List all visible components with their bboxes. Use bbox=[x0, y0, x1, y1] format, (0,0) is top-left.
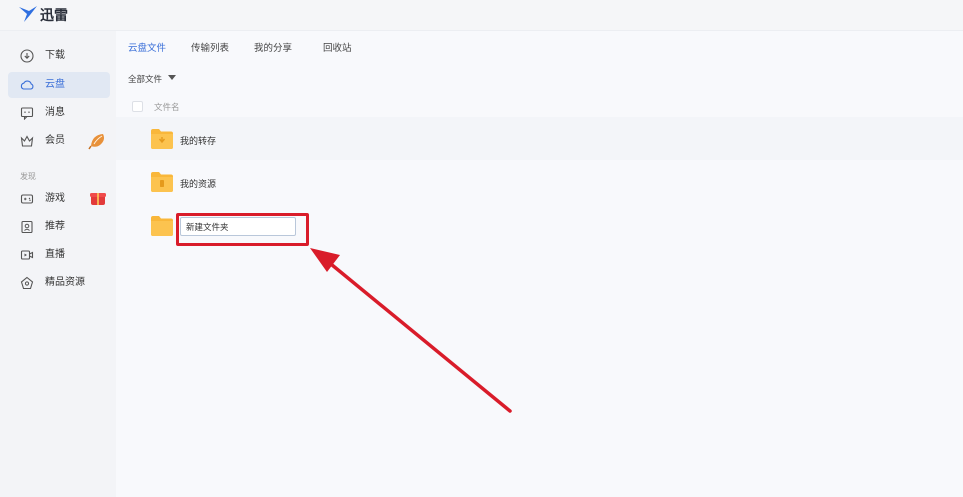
gem-icon bbox=[20, 276, 34, 290]
sidebar-item-cloud[interactable]: 云盘 bbox=[8, 72, 110, 98]
sidebar-item-premium-resources[interactable]: 精品资源 bbox=[8, 270, 110, 296]
list-item[interactable]: 我的资源 bbox=[116, 161, 963, 204]
gift-badge-icon bbox=[90, 193, 106, 205]
sidebar-item-games[interactable]: 游戏 bbox=[8, 186, 110, 212]
main-panel: 云盘文件 传输列表 我的分享 回收站 全部文件 文件名 我的转存 我的资源 bbox=[116, 31, 963, 497]
file-name[interactable]: 我的转存 bbox=[180, 134, 216, 147]
sidebar-item-label: 下载 bbox=[45, 50, 65, 61]
message-icon bbox=[20, 107, 34, 120]
tab-my-shares[interactable]: 我的分享 bbox=[254, 40, 292, 54]
file-name[interactable]: 我的资源 bbox=[180, 177, 216, 190]
sidebar-item-vip[interactable]: 会员 bbox=[8, 128, 110, 154]
app-title: 迅雷 bbox=[40, 8, 68, 24]
sidebar-item-message[interactable]: 消息 bbox=[8, 100, 110, 126]
sidebar-item-label: 会员 bbox=[45, 135, 65, 146]
xunlei-logo-icon bbox=[19, 6, 37, 22]
shell-badge-icon bbox=[88, 134, 104, 150]
tab-transfer-list[interactable]: 传输列表 bbox=[191, 40, 229, 54]
section-label-discover: 发现 bbox=[20, 172, 36, 181]
sidebar-item-label: 直播 bbox=[45, 249, 65, 260]
folder-icon bbox=[151, 216, 173, 236]
list-item[interactable]: 我的转存 bbox=[116, 117, 963, 160]
gamepad-icon bbox=[20, 194, 34, 204]
tab-cloud-files[interactable]: 云盘文件 bbox=[128, 40, 166, 54]
sidebar-item-label: 精品资源 bbox=[45, 277, 85, 288]
sidebar-item-live[interactable]: 直播 bbox=[8, 242, 110, 268]
cloud-icon bbox=[20, 80, 34, 90]
folder-resource-icon bbox=[151, 172, 173, 192]
title-bar: 迅雷 bbox=[0, 0, 963, 31]
annotation-highlight-box bbox=[176, 213, 309, 246]
crown-icon bbox=[20, 135, 34, 147]
select-all-checkbox[interactable] bbox=[132, 101, 143, 112]
sidebar: 下载 云盘 消息 会员 发现 游戏 推荐 直播 精品资源 bbox=[0, 31, 116, 497]
sidebar-item-recommend[interactable]: 推荐 bbox=[8, 214, 110, 240]
recommend-icon bbox=[21, 220, 33, 234]
sidebar-item-label: 消息 bbox=[45, 107, 65, 118]
sidebar-item-label: 推荐 bbox=[45, 221, 65, 232]
caret-down-icon[interactable] bbox=[168, 75, 176, 80]
sidebar-item-download[interactable]: 下载 bbox=[8, 43, 110, 69]
sidebar-item-label: 云盘 bbox=[45, 79, 65, 90]
download-icon bbox=[20, 49, 34, 63]
all-files-filter[interactable]: 全部文件 bbox=[128, 73, 162, 85]
tab-recycle-bin[interactable]: 回收站 bbox=[323, 40, 352, 54]
live-icon bbox=[20, 250, 34, 260]
folder-transfer-icon bbox=[151, 129, 173, 149]
sidebar-item-label: 游戏 bbox=[45, 193, 65, 204]
column-header-name[interactable]: 文件名 bbox=[154, 101, 180, 113]
